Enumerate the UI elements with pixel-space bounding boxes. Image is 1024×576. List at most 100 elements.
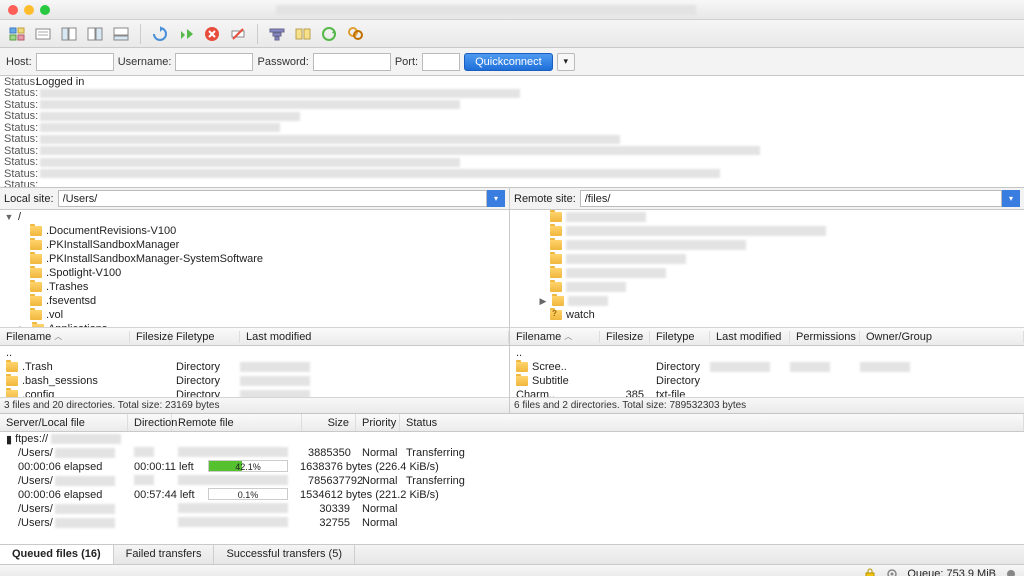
local-site-dropdown[interactable]: ▾ <box>487 190 505 207</box>
close-window-button[interactable] <box>8 5 18 15</box>
list-item[interactable]: .bash_sessionsDirectory <box>0 374 509 388</box>
col-filesize[interactable]: Filesize <box>600 331 650 343</box>
direction-icon <box>134 447 154 457</box>
compare-icon[interactable] <box>292 23 314 45</box>
col-size[interactable]: Size <box>302 414 356 431</box>
local-site-input[interactable] <box>58 190 487 207</box>
queue-item[interactable]: /Users/3885350NormalTransferring <box>0 446 1024 460</box>
blurred-value <box>240 376 310 386</box>
queue-indicator-icon[interactable] <box>1004 567 1018 576</box>
col-filetype[interactable]: Filetype <box>650 331 710 343</box>
disconnect-icon[interactable] <box>227 23 249 45</box>
port-input[interactable] <box>422 53 460 71</box>
sort-asc-icon: ︿ <box>564 331 572 342</box>
tree-item-blurred[interactable] <box>568 296 608 306</box>
list-item[interactable]: Scree..Directory <box>510 360 1024 374</box>
zoom-window-button[interactable] <box>40 5 50 15</box>
col-filesize[interactable]: Filesize <box>130 331 170 343</box>
folder-icon <box>550 268 562 278</box>
status-label: Status: <box>0 168 36 180</box>
folder-icon <box>30 226 42 236</box>
col-status[interactable]: Status <box>400 414 1024 431</box>
col-remote-file[interactable]: Remote file <box>172 414 302 431</box>
remote-file-list[interactable]: .. Scree..Directory SubtitleDirectory Ch… <box>510 346 1024 397</box>
list-item[interactable]: .. <box>0 346 509 360</box>
tree-item[interactable]: .PKInstallSandboxManager-SystemSoftware <box>46 253 263 265</box>
quickconnect-button[interactable]: Quickconnect <box>464 53 553 71</box>
cancel-icon[interactable] <box>201 23 223 45</box>
encryption-icon[interactable] <box>863 567 877 576</box>
remote-tree[interactable]: ▶ watch <box>510 210 1024 328</box>
filter-icon[interactable] <box>266 23 288 45</box>
sync-browse-icon[interactable] <box>318 23 340 45</box>
queue-item[interactable]: /Users/32755Normal <box>0 516 1024 530</box>
col-permissions[interactable]: Permissions <box>790 331 860 343</box>
queue-server-row[interactable]: ▮ftpes:// <box>0 432 1024 446</box>
settings-icon[interactable] <box>885 567 899 576</box>
disclosure-icon[interactable]: ▼ <box>4 212 14 222</box>
sitemanager-icon[interactable] <box>6 23 28 45</box>
col-filename[interactable]: Filename︿ <box>0 331 130 343</box>
col-lastmodified[interactable]: Last modified <box>240 331 509 343</box>
quickconnect-history-dropdown[interactable]: ▾ <box>557 53 575 71</box>
tree-item-blurred[interactable] <box>566 226 826 236</box>
search-icon[interactable] <box>344 23 366 45</box>
blurred-value <box>178 475 288 485</box>
tree-item[interactable]: .fseventsd <box>46 295 96 307</box>
tree-item[interactable]: .vol <box>46 309 63 321</box>
tree-item[interactable]: watch <box>566 309 595 321</box>
process-queue-icon[interactable] <box>175 23 197 45</box>
username-input[interactable] <box>175 53 253 71</box>
col-priority[interactable]: Priority <box>356 414 400 431</box>
tree-item[interactable]: .Trashes <box>46 281 88 293</box>
toggle-queue-icon[interactable] <box>110 23 132 45</box>
tab-queued-files[interactable]: Queued files (16) <box>0 545 114 564</box>
tree-item[interactable]: .PKInstallSandboxManager <box>46 239 179 251</box>
tree-item-blurred[interactable] <box>566 282 626 292</box>
remote-pane: ▶ watch Filename︿ Filesize Filetype Last… <box>510 210 1024 413</box>
col-filename[interactable]: Filename︿ <box>510 331 600 343</box>
remote-site-dropdown[interactable]: ▾ <box>1002 190 1020 207</box>
password-input[interactable] <box>313 53 391 71</box>
tree-item-blurred[interactable] <box>566 254 686 264</box>
toggle-log-icon[interactable] <box>32 23 54 45</box>
local-status: 3 files and 20 directories. Total size: … <box>0 397 509 413</box>
host-input[interactable] <box>36 53 114 71</box>
tree-item-blurred[interactable] <box>566 212 646 222</box>
col-owner[interactable]: Owner/Group <box>860 331 1024 343</box>
col-lastmodified[interactable]: Last modified <box>710 331 790 343</box>
list-item[interactable]: .TrashDirectory <box>0 360 509 374</box>
minimize-window-button[interactable] <box>24 5 34 15</box>
tree-item-blurred[interactable] <box>566 268 666 278</box>
tab-failed-transfers[interactable]: Failed transfers <box>114 545 215 564</box>
remote-site-input[interactable] <box>580 190 1002 207</box>
list-item[interactable]: Charm..385txt-file <box>510 388 1024 397</box>
message-log[interactable]: Status:Logged in Status: Status: Status:… <box>0 76 1024 188</box>
refresh-icon[interactable] <box>149 23 171 45</box>
tree-item[interactable]: .Spotlight-V100 <box>46 267 121 279</box>
disclosure-icon[interactable]: ▶ <box>538 296 548 307</box>
status-bar: Queue: 753.9 MiB <box>0 564 1024 576</box>
list-item[interactable]: .. <box>510 346 1024 360</box>
toggle-remote-tree-icon[interactable] <box>84 23 106 45</box>
local-file-list[interactable]: .. .TrashDirectory .bash_sessionsDirecto… <box>0 346 509 397</box>
status-label: Status: <box>0 179 36 188</box>
queue-item[interactable]: /Users/785637792NormalTransferring <box>0 474 1024 488</box>
col-direction[interactable]: Direction <box>128 414 172 431</box>
col-filetype[interactable]: Filetype <box>170 331 240 343</box>
tab-successful-transfers[interactable]: Successful transfers (5) <box>214 545 355 564</box>
queue-list[interactable]: ▮ftpes:// /Users/3885350NormalTransferri… <box>0 432 1024 544</box>
folder-icon <box>6 362 18 372</box>
queue-item[interactable]: /Users/30339Normal <box>0 502 1024 516</box>
window-titlebar <box>0 0 1024 20</box>
local-tree[interactable]: ▼ / .DocumentRevisions-V100 .PKInstallSan… <box>0 210 509 328</box>
folder-icon <box>30 310 42 320</box>
tree-item-blurred[interactable] <box>566 240 746 250</box>
toggle-local-tree-icon[interactable] <box>58 23 80 45</box>
tree-item[interactable]: / <box>18 211 21 223</box>
list-item[interactable]: .configDirectory <box>0 388 509 397</box>
list-item[interactable]: SubtitleDirectory <box>510 374 1024 388</box>
password-label: Password: <box>257 56 308 68</box>
col-server-local[interactable]: Server/Local file <box>0 414 128 431</box>
tree-item[interactable]: .DocumentRevisions-V100 <box>46 225 176 237</box>
